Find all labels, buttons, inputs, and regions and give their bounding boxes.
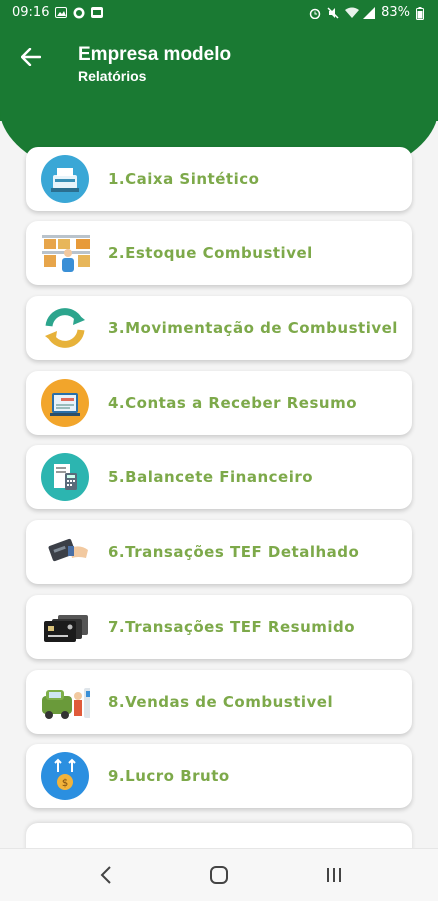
battery-icon [416, 7, 428, 20]
wifi-icon [345, 7, 360, 18]
cash-register-icon [40, 155, 90, 203]
report-label: 4.Contas a Receber Resumo [108, 394, 357, 412]
report-label: 1.Caixa Sintético [108, 170, 260, 188]
status-right: 83% [309, 5, 428, 20]
report-item-balancete-financeiro[interactable]: 5.Balancete Financeiro [26, 445, 412, 509]
report-label: 3.Movimentação de Combustivel [108, 319, 398, 337]
status-time: 09:16 [12, 5, 50, 20]
credit-cards-icon [40, 603, 90, 651]
image-icon [55, 7, 68, 18]
report-label: 6.Transações TEF Detalhado [108, 543, 360, 561]
back-button[interactable] [18, 44, 44, 70]
alarm-icon [309, 7, 321, 20]
report-item-vendas-combustivel[interactable]: 8.Vendas de Combustivel [26, 670, 412, 734]
report-item-caixa-sintetico[interactable]: 1.Caixa Sintético [26, 147, 412, 211]
page-title: Empresa modelo [78, 44, 232, 65]
page-subtitle: Relatórios [78, 68, 147, 84]
recents-nav-button[interactable] [314, 861, 354, 889]
arrow-left-icon [21, 48, 41, 66]
whatsapp-icon [73, 7, 85, 19]
recents-nav-icon [327, 868, 341, 882]
report-item-contas-receber[interactable]: 4.Contas a Receber Resumo [26, 371, 412, 435]
system-navbar [0, 848, 438, 901]
battery-percent: 83% [381, 5, 410, 20]
fuel-station-icon [40, 678, 90, 726]
calculator-document-icon [40, 453, 90, 501]
invoice-icon [40, 379, 90, 427]
refresh-arrows-icon [40, 304, 90, 352]
mute-icon [327, 7, 339, 19]
home-nav-button[interactable] [199, 861, 239, 889]
svg-text:$: $ [62, 778, 68, 789]
report-item-movimentacao-combustivel[interactable]: 3.Movimentação de Combustivel [26, 296, 412, 360]
report-label: 7.Transações TEF Resumido [108, 618, 356, 636]
report-item-tef-resumido[interactable]: 7.Transações TEF Resumido [26, 595, 412, 659]
report-label: 5.Balancete Financeiro [108, 468, 314, 486]
report-label: 8.Vendas de Combustivel [108, 693, 334, 711]
report-item-lucro-bruto[interactable]: $ 9.Lucro Bruto [26, 744, 412, 808]
gallery-icon [91, 7, 104, 18]
home-nav-icon [210, 866, 228, 884]
signal-icon [363, 7, 376, 19]
report-label: 9.Lucro Bruto [108, 767, 230, 785]
back-nav-button[interactable] [86, 861, 126, 889]
money-up-icon: $ [40, 752, 90, 800]
report-item-tef-detalhado[interactable]: 6.Transações TEF Detalhado [26, 520, 412, 584]
warehouse-icon [40, 229, 90, 277]
status-bar: 09:16 83% [0, 0, 438, 26]
report-label: 2.Estoque Combustivel [108, 244, 313, 262]
status-left: 09:16 [12, 5, 104, 20]
report-item-estoque-combustivel[interactable]: 2.Estoque Combustivel [26, 221, 412, 285]
card-terminal-icon [40, 528, 90, 576]
app-header [0, 26, 438, 121]
back-nav-icon [100, 866, 111, 884]
